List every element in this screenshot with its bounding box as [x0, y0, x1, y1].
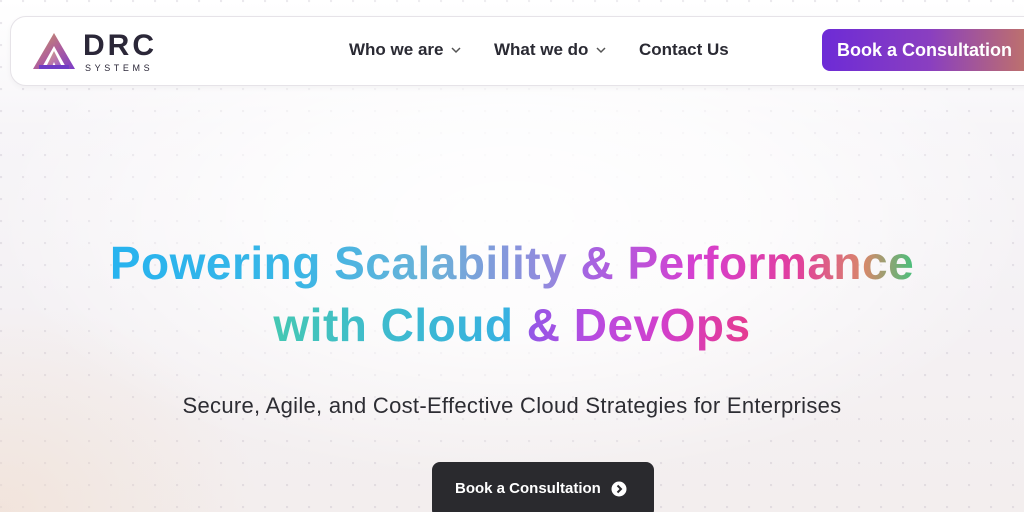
header-book-consultation-button[interactable]: Book a Consultation	[822, 29, 1024, 71]
nav-label: What we do	[494, 40, 589, 59]
nav-contact-us[interactable]: Contact Us	[639, 39, 729, 61]
nav-label: Contact Us	[639, 40, 729, 59]
button-label: Book a Consultation	[455, 480, 601, 497]
chevron-down-icon	[596, 47, 606, 54]
brand-logo[interactable]: DRC SYSTEMS	[31, 29, 181, 73]
chevron-down-icon	[451, 47, 461, 54]
headline-part: with Cloud	[273, 299, 514, 351]
arrow-right-circle-icon	[611, 481, 627, 497]
hero-subtitle: Secure, Agile, and Cost-Effective Cloud …	[182, 393, 842, 418]
hero-headline-line1: Powering Scalability & Performance	[0, 235, 1024, 291]
nav-who-we-are[interactable]: Who we are	[349, 39, 462, 61]
brand-tagline: SYSTEMS	[85, 63, 154, 73]
site-header: DRC SYSTEMS Who we are What we do Contac…	[10, 16, 1024, 86]
headline-part: & Performance	[580, 237, 915, 289]
hero-headline-line2: with Cloud & DevOps	[0, 297, 1024, 353]
hero-book-consultation-button[interactable]: Book a Consultation	[432, 462, 654, 512]
brand-name: DRC	[83, 29, 157, 62]
nav-what-we-do[interactable]: What we do	[494, 39, 607, 61]
headline-part: Powering Scalability	[109, 237, 568, 289]
nav-label: Who we are	[349, 40, 444, 59]
headline-part: & DevOps	[526, 299, 751, 351]
logo-mark-icon	[33, 33, 75, 69]
